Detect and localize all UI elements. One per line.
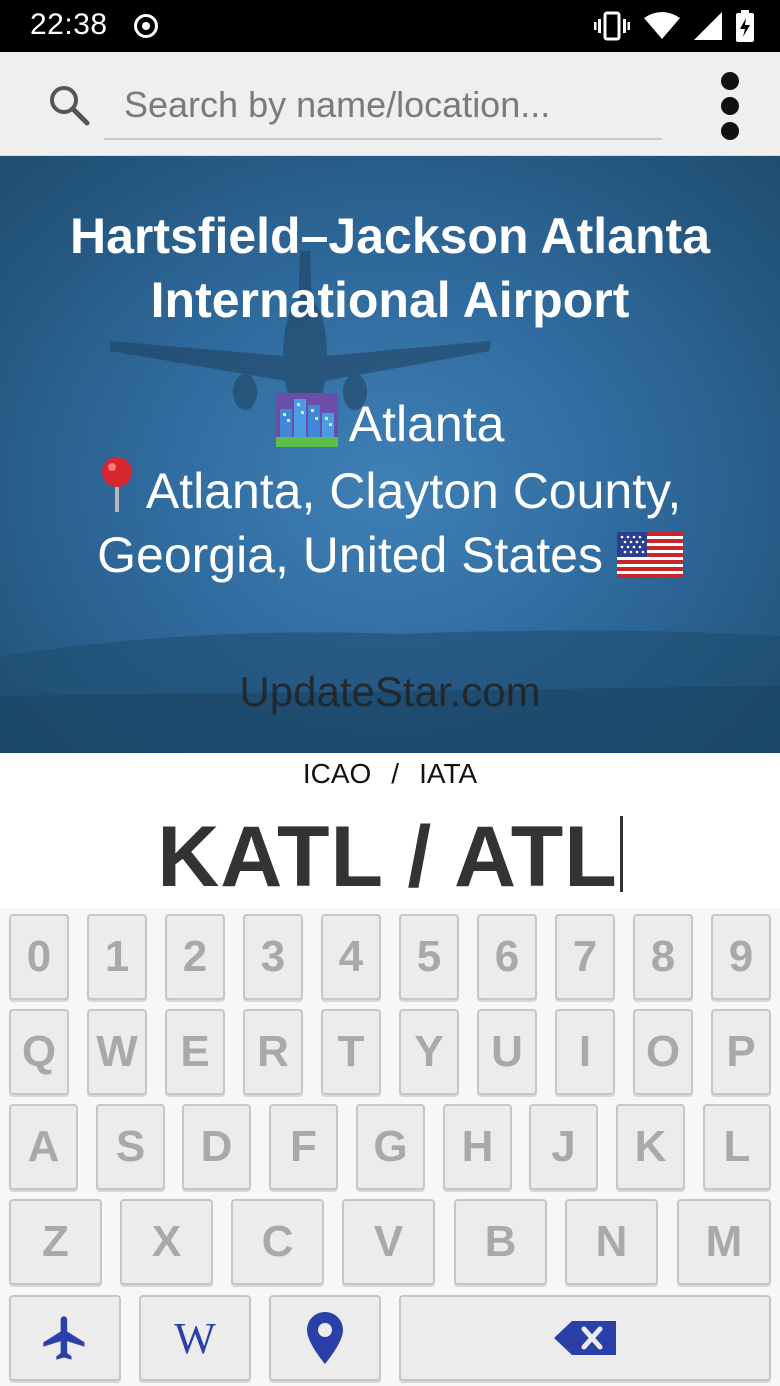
icao-label: ICAO xyxy=(302,758,372,789)
key-y[interactable]: Y xyxy=(399,1009,459,1095)
cityscape-icon xyxy=(275,393,338,447)
status-bar: 22:38 xyxy=(0,0,780,52)
wikipedia-icon: W xyxy=(174,1313,216,1363)
signal-icon xyxy=(694,12,722,40)
key-d[interactable]: D xyxy=(182,1104,251,1190)
backspace-icon xyxy=(554,1321,616,1355)
airport-name: Hartsfield–Jackson Atlanta International… xyxy=(0,204,780,332)
key-k[interactable]: K xyxy=(616,1104,685,1190)
key-e[interactable]: E xyxy=(165,1009,225,1095)
record-icon xyxy=(134,14,158,38)
backspace-button[interactable] xyxy=(399,1295,771,1381)
key-b[interactable]: B xyxy=(454,1199,547,1285)
key-3[interactable]: 3 xyxy=(243,914,303,1000)
key-1[interactable]: 1 xyxy=(87,914,147,1000)
key-t[interactable]: T xyxy=(321,1009,381,1095)
key-s[interactable]: S xyxy=(96,1104,165,1190)
key-u[interactable]: U xyxy=(477,1009,537,1095)
key-w[interactable]: W xyxy=(87,1009,147,1095)
airplane-icon xyxy=(43,1316,85,1360)
battery-charging-icon xyxy=(736,10,754,42)
key-9[interactable]: 9 xyxy=(711,914,771,1000)
airport-hero-banner: Hartsfield–Jackson Atlanta International… xyxy=(0,156,780,753)
code-value: KATL / ATL xyxy=(157,809,618,905)
keyboard: 0 1 2 3 4 5 6 7 8 9 Q W E R T Y U I O P … xyxy=(0,908,780,1386)
wikipedia-button[interactable]: W xyxy=(139,1295,251,1381)
key-4[interactable]: 4 xyxy=(321,914,381,1000)
key-x[interactable]: X xyxy=(120,1199,213,1285)
airport-name-line2: International Airport xyxy=(150,272,630,328)
key-f[interactable]: F xyxy=(269,1104,338,1190)
iata-label: IATA xyxy=(419,758,478,789)
status-icons xyxy=(594,10,754,42)
overflow-menu-icon[interactable] xyxy=(714,68,746,144)
airport-city: Atlanta xyxy=(0,392,780,456)
key-6[interactable]: 6 xyxy=(477,914,537,1000)
status-time: 22:38 xyxy=(30,8,108,41)
wifi-icon xyxy=(644,12,680,39)
airport-location: Atlanta, Clayton County, Georgia, United… xyxy=(0,456,780,587)
location-pin-icon xyxy=(101,457,132,512)
key-q[interactable]: Q xyxy=(9,1009,69,1095)
watermark: UpdateStar.com xyxy=(239,668,541,715)
location-line1: Atlanta, Clayton County, xyxy=(145,463,682,519)
key-o[interactable]: O xyxy=(633,1009,693,1095)
airport-name-line1: Hartsfield–Jackson Atlanta xyxy=(69,208,711,264)
key-j[interactable]: J xyxy=(529,1104,598,1190)
key-z[interactable]: Z xyxy=(9,1199,102,1285)
key-n[interactable]: N xyxy=(565,1199,658,1285)
key-5[interactable]: 5 xyxy=(399,914,459,1000)
location-button[interactable] xyxy=(269,1295,381,1381)
key-p[interactable]: P xyxy=(711,1009,771,1095)
search-icon[interactable] xyxy=(48,84,90,126)
key-a[interactable]: A xyxy=(9,1104,78,1190)
location-line2: Georgia, United States xyxy=(97,527,603,583)
key-v[interactable]: V xyxy=(342,1199,435,1285)
us-flag-icon xyxy=(616,532,683,578)
key-7[interactable]: 7 xyxy=(555,914,615,1000)
city-name: Atlanta xyxy=(348,396,505,452)
key-g[interactable]: G xyxy=(356,1104,425,1190)
search-bar xyxy=(0,52,780,156)
key-h[interactable]: H xyxy=(443,1104,512,1190)
code-display-field[interactable]: KATL / ATL xyxy=(0,808,780,907)
airport-search-button[interactable] xyxy=(9,1295,121,1381)
codes-label: ICAO / IATA xyxy=(0,758,780,790)
vibrate-icon xyxy=(594,11,630,41)
key-r[interactable]: R xyxy=(243,1009,303,1095)
key-2[interactable]: 2 xyxy=(165,914,225,1000)
key-m[interactable]: M xyxy=(677,1199,771,1285)
key-l[interactable]: L xyxy=(703,1104,771,1190)
codes-label-separator: / xyxy=(391,758,400,789)
key-0[interactable]: 0 xyxy=(9,914,69,1000)
location-pin-icon xyxy=(307,1312,343,1364)
key-8[interactable]: 8 xyxy=(633,914,693,1000)
text-cursor xyxy=(619,816,623,892)
search-input[interactable] xyxy=(104,72,662,140)
key-i[interactable]: I xyxy=(555,1009,615,1095)
key-c[interactable]: C xyxy=(231,1199,324,1285)
